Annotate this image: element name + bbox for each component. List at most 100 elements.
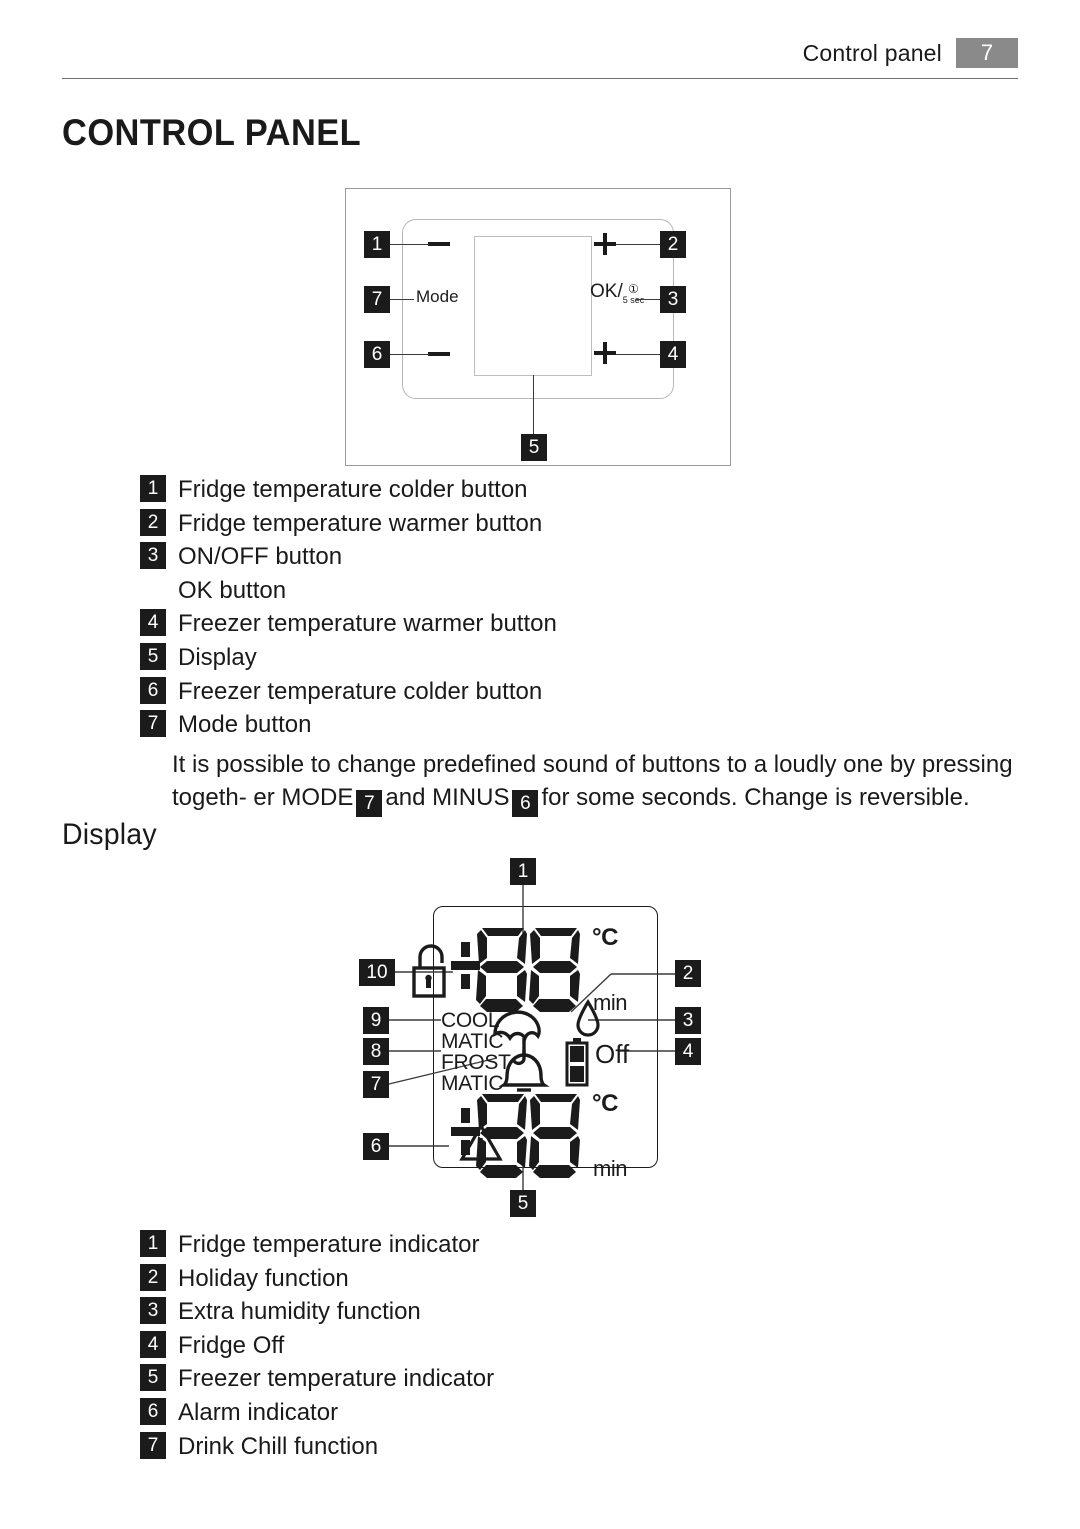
page-header: Control panel 7 [62,38,1018,79]
control-panel-legend-item-label: ON/OFF button [178,543,343,571]
control-panel-legend-item-badge: 3 [140,542,166,570]
control-panel-legend-item-badge-slot: 2 [140,508,166,536]
control-panel-legend-item-badge: 4 [140,609,166,637]
note-badge-mode: 7 [356,790,383,817]
note-part-3: and MINUS [385,784,510,811]
display-legend-item-row: 5 Freezer temperature indicator [140,1364,494,1398]
display-legend-item-badge: 1 [140,1230,166,1257]
freezer-plus-icon [594,342,616,364]
leader-line-5 [533,375,535,435]
display-legend-item-label: Extra humidity function [178,1298,421,1326]
control-panel-legend-item-badge: 5 [140,642,166,670]
fridge-plus-icon [594,233,616,255]
display-legend-item-badge: 4 [140,1330,166,1358]
display-legend-item-row: 6 Alarm indicator [140,1397,494,1432]
callout-5: 5 [521,434,547,461]
display-callout-8: 8 [363,1038,389,1065]
control-panel-legend-item-row: 1 Fridge temperature colder button [140,475,557,509]
leader-line-7 [390,299,414,301]
header-title: Control panel [802,39,942,66]
display-legend-item-badge-slot: 7 [140,1431,166,1459]
control-panel-legend-item-row: OK button [140,576,557,610]
display-callout-2: 2 [675,960,701,987]
display-callout-9: 9 [363,1007,389,1034]
control-panel-legend-item-label: Mode button [178,711,312,739]
plus-minus-indicator-top [451,942,480,989]
control-panel-legend-item-label: OK button [178,576,287,604]
page-number-box: 7 [956,38,1018,68]
control-panel-legend-item-label: Freezer temperature colder button [178,677,543,705]
display-callout-3: 3 [675,1007,701,1034]
leader-line-2 [616,244,660,246]
control-panel-legend-item-badge: 1 [140,475,166,502]
display-callout-7: 7 [363,1071,389,1098]
callout-3: 3 [660,286,686,313]
control-panel-legend-item-badge-slot: 5 [140,642,166,670]
control-panel-legend-item-row: 6 Freezer temperature colder button [140,676,557,711]
lock-icon [412,944,446,998]
callout-7: 7 [364,286,390,313]
control-panel-legend-item-row: 3 ON/OFF button [140,542,557,576]
control-panel-legend-item-row: 4 Freezer temperature warmer button [140,609,557,643]
callout-4: 4 [660,341,686,368]
display-legend-item-row: 2 Holiday function [140,1263,494,1298]
display-callout-1: 1 [510,858,536,885]
control-panel-legend-item-badge: 7 [140,710,166,738]
control-panel-legend-item-badge-slot: 7 [140,710,166,738]
display-legend-item-label: Freezer temperature indicator [178,1365,495,1393]
cool-label: COOL [441,1009,500,1032]
display-section-title: Display [62,818,157,851]
fridge-off-label: Off [595,1039,630,1069]
display-legend-item-label: Fridge Off [178,1331,285,1359]
display-legend-item-label: Fridge temperature indicator [178,1231,480,1258]
freezer-temperature-digits [476,1094,580,1178]
min-bottom-label: min [593,1156,627,1181]
display-legend-item-row: 7 Drink Chill function [140,1431,494,1466]
display-legend-item-label: Alarm indicator [178,1398,339,1426]
min-top-label: min [593,990,627,1015]
ok-power-label: OK/① 5 sec [590,282,644,305]
note-part-4: for some seconds. Change is reversible. [541,784,970,811]
leader-line-6 [390,354,430,356]
display-legend: 1 Fridge temperature indicator 2 Holiday fu… [140,1230,494,1465]
callout-1: 1 [364,231,390,258]
display-legend-item-badge-slot: 5 [140,1364,166,1392]
lock-keyhole-top [425,974,432,982]
ok-text: OK/ [590,281,623,302]
display-callout-6: 6 [363,1133,389,1160]
leader-line-1 [390,244,430,246]
display-legend-item-row: 3 Extra humidity function [140,1297,494,1331]
display-callout-10: 10 [359,959,395,986]
header-divider [62,78,1018,79]
display-callout-5: 5 [510,1190,536,1217]
control-panel-legend-item-row: 7 Mode button [140,710,557,744]
frost-label: FROST [441,1051,511,1074]
control-panel-legend-item-badge-slot: 1 [140,475,166,502]
leader-line-3 [636,299,660,301]
freezer-minus-icon [428,352,450,356]
display-legend-item-label: Holiday function [178,1264,349,1292]
display-callout-4: 4 [675,1038,701,1065]
display-legend-item-badge-slot: 3 [140,1297,166,1325]
battery-icon [565,1038,589,1087]
control-panel-legend-item-badge: 6 [140,676,166,704]
ok-hold-group: ①5 sec [623,283,645,305]
display-legend-item-badge: 2 [140,1263,166,1291]
display-legend-item-row: 4 Fridge Off [140,1330,494,1365]
leader-line-4 [616,354,660,356]
display-legend-item-badge-slot: 6 [140,1397,166,1425]
display-legend-item-row: 1 Fridge temperature indicator [140,1230,494,1264]
note-badge-minus: 6 [512,790,539,817]
control-panel-legend-item-row: 5 Display [140,642,557,677]
control-panel-legend-item-badge-slot: 6 [140,676,166,704]
celsius-bottom-label: °C [592,1090,618,1117]
page-title: CONTROL PANEL [62,112,362,153]
display-legend-item-badge: 7 [140,1431,166,1459]
display-legend-item-badge: 5 [140,1364,166,1392]
callout-2: 2 [660,231,686,258]
fridge-temperature-digits [476,928,580,1012]
mode-label: Mode [416,287,459,306]
control-panel-legend-item-label: Freezer temperature warmer button [178,610,557,638]
control-panel-legend-item-label: Fridge temperature colder button [178,476,528,503]
note-part-2: er MODE [253,784,354,811]
